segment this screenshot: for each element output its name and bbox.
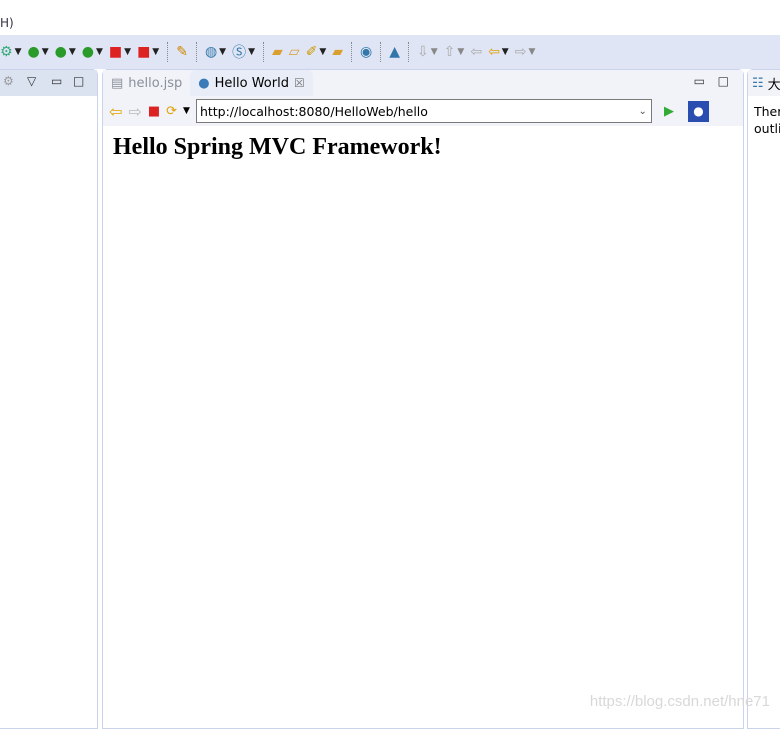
go-icon[interactable]: ▶ <box>664 104 674 119</box>
tab-label: Hello World <box>214 75 289 91</box>
menu-bar: H) <box>0 16 14 36</box>
toolbar-separator <box>195 42 197 62</box>
outline-panel: ☷ 大 Ther outli <box>747 69 780 729</box>
toolbar-separator <box>408 42 410 62</box>
outline-header: ☷ 大 <box>748 70 780 96</box>
back-icon[interactable]: ⇦ ▼ <box>488 44 509 60</box>
prev-annotation-icon[interactable]: ⇧ ▼ <box>444 44 465 60</box>
menu-item-help[interactable]: H) <box>0 16 14 30</box>
editor-tabs: ▤ hello.jsp ● Hello World ☒ ▭ □ <box>103 70 743 96</box>
tab-label: hello.jsp <box>128 75 183 91</box>
file-icon: ▤ <box>111 75 124 91</box>
minimize-icon[interactable]: ▭ <box>694 74 705 88</box>
maximize-icon[interactable]: □ <box>73 74 84 88</box>
tab-hello-world[interactable]: ● Hello World ☒ <box>190 70 313 96</box>
minimize-icon[interactable]: ▭ <box>51 74 62 88</box>
url-text: http://localhost:8080/HelloWeb/hello <box>199 103 428 119</box>
toolbar-separator <box>263 42 265 62</box>
outline-title[interactable]: 大 <box>768 74 780 93</box>
next-annotation-icon[interactable]: ⇩ ▼ <box>417 44 438 60</box>
toolbar-separator <box>167 42 169 62</box>
editor-panel: ▤ hello.jsp ● Hello World ☒ ▭ □ ⇦ ⇨ ■ ⟳ ▼ h… <box>102 69 744 729</box>
run-server-icon[interactable]: ● ▼ <box>55 44 76 60</box>
sync-icon[interactable]: ⚙ <box>3 74 14 88</box>
close-icon[interactable]: ☒ <box>294 76 305 90</box>
open-file-icon[interactable]: ▰ <box>332 44 343 60</box>
run-icon[interactable]: ● ▼ <box>27 44 48 60</box>
outline-text: outli <box>754 121 780 136</box>
last-edit-icon[interactable]: ⇦ <box>470 44 482 60</box>
outline-message: Ther outli <box>748 96 780 137</box>
tab-hello-jsp[interactable]: ▤ hello.jsp <box>103 70 190 96</box>
toolbar-separator <box>380 42 382 62</box>
eclipse-browser-icon[interactable]: ● <box>687 100 709 122</box>
spring-icon[interactable]: Ⓢ ▼ <box>232 42 255 62</box>
maximize-icon[interactable]: □ <box>718 74 729 88</box>
forward-icon[interactable]: ⇨ ▼ <box>515 44 536 60</box>
globe-icon[interactable]: ◉ <box>360 44 372 60</box>
open-folder-icon[interactable]: ▰ <box>272 44 283 60</box>
back-icon[interactable]: ⇦ <box>109 102 122 121</box>
view-menu-icon[interactable]: ▽ <box>27 74 36 88</box>
browser-toolbar: ⇦ ⇨ ■ ⟳ ▼ http://localhost:8080/HelloWeb… <box>103 96 743 126</box>
url-input[interactable]: http://localhost:8080/HelloWeb/hello ⌄ <box>195 99 652 123</box>
left-panel: ⚙ ▽ ▭ □ <box>0 69 98 729</box>
stop-icon[interactable]: ■ <box>148 104 160 119</box>
outline-text: Ther <box>754 104 780 119</box>
brush-icon[interactable]: ✐ ▼ <box>306 44 327 60</box>
toolbar-separator <box>351 42 353 62</box>
refresh-icon[interactable]: ⟳ <box>166 104 177 119</box>
new-web-icon[interactable]: ◍ ▼ <box>205 44 226 60</box>
open-type-icon[interactable]: ▱ <box>289 44 300 60</box>
forward-icon[interactable]: ⇨ <box>128 102 141 121</box>
chevron-down-icon[interactable]: ⌄ <box>639 106 647 117</box>
watermark: https://blog.csdn.net/hne71 <box>589 693 770 710</box>
main-toolbar: ⚙ ▼ ● ▼ ● ▼ ● ▼ ■ ▼ ■ ▼ ✎ ◍ ▼ Ⓢ ▼ ▰ ▱ ✐ ▼ ▰ ◉ ▲ ⇩… <box>0 35 780 69</box>
stop-run-icon[interactable]: ■ ▼ <box>137 44 159 60</box>
debug-icon[interactable]: ⚙ ▼ <box>0 44 21 60</box>
globe-icon: ● <box>198 75 210 91</box>
aj-icon[interactable]: ✎ <box>176 44 188 60</box>
refresh-dropdown-icon[interactable]: ▼ <box>183 106 190 116</box>
run-config-icon[interactable]: ● ▼ <box>82 44 103 60</box>
stop-icon[interactable]: ■ ▼ <box>109 44 131 60</box>
left-panel-header: ⚙ ▽ ▭ □ <box>0 70 97 96</box>
page-heading: Hello Spring MVC Framework! <box>113 134 442 160</box>
outline-icon: ☷ <box>752 75 764 91</box>
publish-icon[interactable]: ▲ <box>389 44 400 60</box>
